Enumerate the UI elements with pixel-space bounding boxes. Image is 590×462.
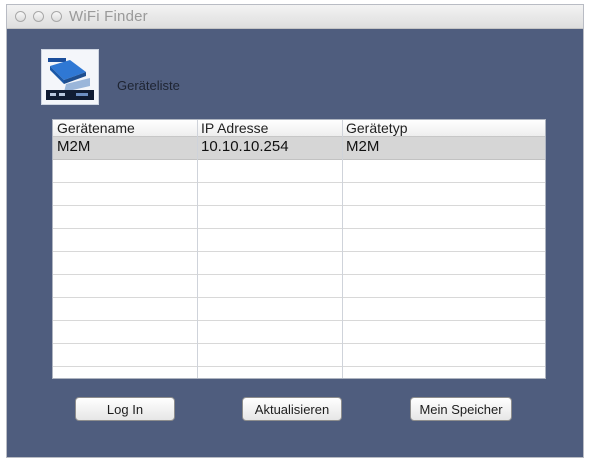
wifi-router-icon (41, 49, 99, 105)
zoom-window-button[interactable] (51, 11, 62, 22)
column-header-device-name[interactable]: Gerätename (53, 120, 197, 137)
cell-device-name: M2M (57, 138, 91, 155)
empty-row (53, 367, 545, 378)
minimize-window-button[interactable] (33, 11, 44, 22)
close-window-button[interactable] (15, 11, 26, 22)
cell-ip-address: 10.10.10.254 (201, 138, 289, 155)
column-divider (342, 120, 343, 378)
empty-row (53, 321, 545, 344)
empty-row (53, 275, 545, 298)
empty-row (53, 252, 545, 275)
app-window: WiFi Finder Geräteliste Gerätename IP Ad… (6, 4, 584, 458)
empty-row (53, 344, 545, 367)
empty-row (53, 229, 545, 252)
column-header-device-type[interactable]: Gerätetyp (342, 120, 545, 137)
column-header-ip-address[interactable]: IP Adresse (197, 120, 342, 137)
refresh-button[interactable]: Aktualisieren (242, 397, 342, 421)
device-table: Gerätename IP Adresse Gerätetyp M2M 10.1… (52, 119, 546, 379)
empty-row (53, 298, 545, 321)
my-storage-button[interactable]: Mein Speicher (410, 397, 512, 421)
column-divider (197, 120, 198, 378)
empty-row (53, 183, 545, 206)
empty-row (53, 206, 545, 229)
title-bar[interactable]: WiFi Finder (7, 5, 583, 29)
login-button[interactable]: Log In (75, 397, 175, 421)
cell-device-type: M2M (346, 138, 380, 155)
empty-row (53, 160, 545, 183)
device-list-label: Geräteliste (117, 78, 180, 93)
window-title: WiFi Finder (69, 8, 148, 25)
table-row[interactable]: M2M 10.10.10.254 M2M (53, 137, 545, 160)
